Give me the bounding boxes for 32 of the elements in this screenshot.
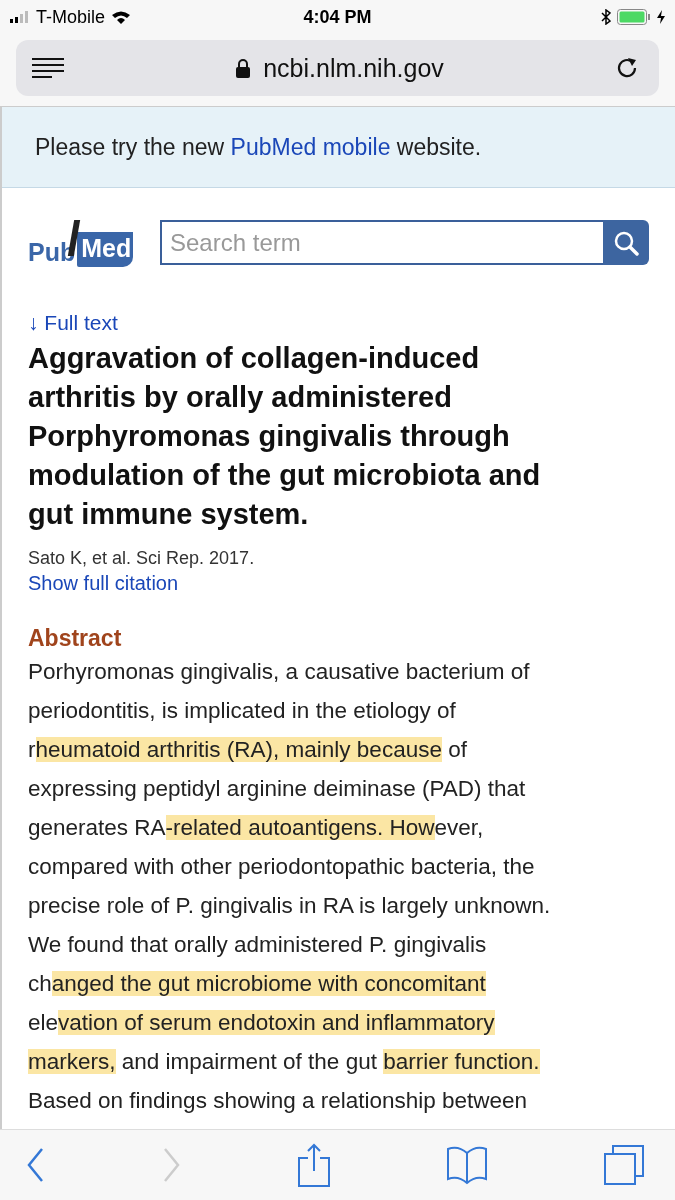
tabs-button[interactable] [603,1144,645,1186]
clock-time: 4:04 PM [302,6,373,28]
abstract-heading: Abstract [28,625,123,652]
banner-message: Please try the new PubMed mobile website. [35,133,482,161]
battery-icon [617,9,651,25]
url-text: ncbi.nlm.nih.gov [263,53,444,83]
forward-icon [161,1147,182,1183]
share-button[interactable] [296,1143,331,1187]
lock-icon [235,58,252,78]
pubmed-mobile-link[interactable]: PubMed mobile [230,133,391,160]
back-icon [26,1147,46,1183]
citation: Sato K, et al. Sci Rep. 2017. [28,548,256,569]
back-button[interactable] [26,1147,46,1183]
full-text-link[interactable]: ↓ Full text [28,311,118,335]
signal-icon [10,11,30,23]
carrier-name: T-Mobile [36,6,106,28]
charging-icon [657,10,665,24]
search-field[interactable]: Search term [160,220,603,265]
address-bar[interactable]: ncbi.nlm.nih.gov [16,40,659,96]
bluetooth-icon [601,9,611,25]
tabs-icon [603,1144,645,1186]
reader-menu-icon [32,57,64,79]
search-button[interactable] [603,220,649,265]
show-full-citation-link[interactable]: Show full citation [28,572,179,595]
search-icon [613,229,639,256]
article-title: Aggravation of collagen-induced arthritis by orally administered Porphyromonas gingivalis through modulation of the gut microbiota and gut immune system. [28,341,542,532]
reload-icon [615,56,639,80]
wifi-icon [111,9,132,25]
abstract-text: Porhyromonas gingivalis, a causative bacterium of periodontitis, is implicated in the etiology of rheumatoid arthritis (RA), mainly because of expressing peptidyl arginine deiminase (PAD) that generates RA-related autoantigens. However, compared with other periodontopathic bacteria, the precise role of P. gingivalis in RA is largely unknown. We found that orally administered P. gingivalis changed the gut microbiome with concomitant elevation of serum endotoxin and inflammatory markers, and impairment of the gut barrier function. Based on findings showing a relationship between [28,658,552,1115]
book-icon [445,1145,488,1185]
share-icon [296,1143,331,1187]
bookmarks-button[interactable] [445,1145,488,1185]
